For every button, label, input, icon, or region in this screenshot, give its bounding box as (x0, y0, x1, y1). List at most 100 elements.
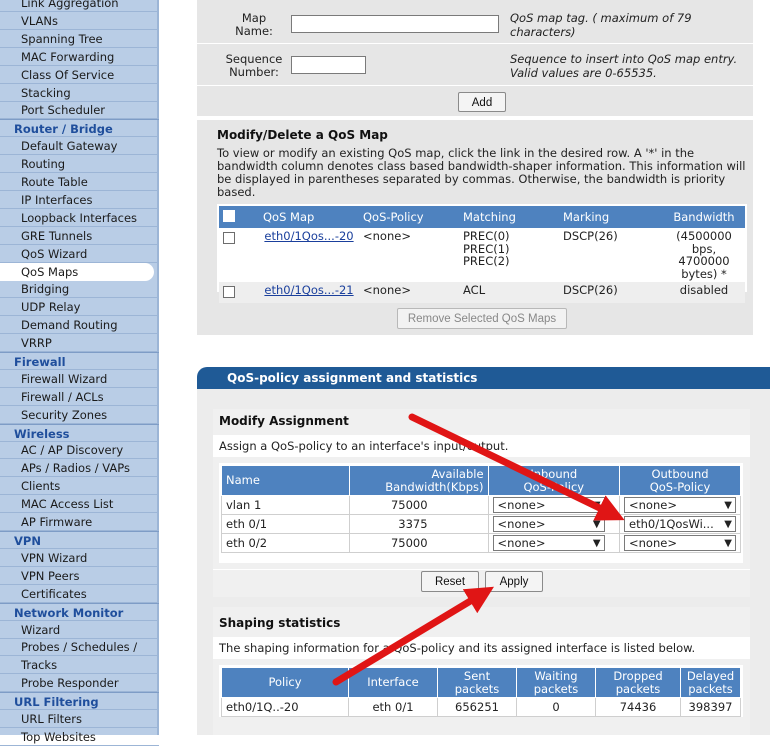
sidebar: Link Aggregation VLANs Spanning Tree MAC Fo… (0, 0, 159, 746)
sidebar-item-port-scheduler[interactable]: Port Scheduler (0, 101, 159, 119)
outbound-policy-value: eth0/1QosWi... (629, 517, 714, 531)
qos-policy-assignment-tab: QoS-policy assignment and statistics (197, 367, 770, 389)
sidebar-item-firewall-acls[interactable]: Firewall / ACLs (0, 388, 159, 406)
col-bandwidth: Bandwidth (663, 206, 745, 228)
outbound-policy-select[interactable]: eth0/1QosWi... ▼ (624, 516, 736, 532)
chevron-down-icon: ▼ (724, 500, 732, 511)
sidebar-item-qos-maps[interactable]: QoS Maps (0, 263, 154, 281)
sidebar-item-vlans[interactable]: VLANs (0, 12, 159, 30)
map-name-input[interactable] (291, 15, 499, 33)
sidebar-item-route-table[interactable]: Route Table (0, 173, 159, 191)
sidebar-item-ip-interfaces[interactable]: IP Interfaces (0, 191, 159, 209)
row-select[interactable] (219, 228, 259, 282)
modify-assignment-description: Assign a QoS-policy to an interface's in… (219, 439, 509, 453)
sidebar-item-bridging[interactable]: Bridging (0, 280, 159, 298)
sidebar-item-vrrp[interactable]: VRRP (0, 334, 159, 352)
sidebar-item-ac-ap-discovery[interactable]: AC / AP Discovery (0, 441, 159, 459)
col-sent-packets: Sent packets (437, 667, 517, 698)
inbound-policy-value: <none> (497, 498, 546, 512)
marking-cell: DSCP(26) (563, 283, 618, 297)
sidebar-item-security-zones[interactable]: Security Zones (0, 406, 159, 424)
sidebar-item-probe-responder[interactable]: Probe Responder (0, 674, 159, 692)
qos-map-cell: eth0/1Qos...-21 (259, 282, 359, 303)
remove-selected-qos-maps-button[interactable]: Remove Selected QoS Maps (397, 308, 567, 329)
sidebar-item-clients[interactable]: Clients (0, 477, 159, 495)
sidebar-item-vpn-wizard[interactable]: VPN Wizard (0, 549, 159, 567)
delayed-packets-cell: 398397 (680, 697, 741, 717)
select-all-checkbox[interactable] (223, 209, 235, 222)
sidebar-item-wizard[interactable]: Wizard (0, 621, 159, 639)
sidebar-header-url-filtering: URL Filtering (0, 692, 159, 710)
sidebar-item-gre-tunnels[interactable]: GRE Tunnels (0, 227, 159, 245)
bandwidth-cell: disabled (679, 283, 729, 297)
waiting-packets-cell: 0 (516, 697, 596, 717)
sidebar-item-qos-wizard[interactable]: QoS Wizard (0, 245, 159, 263)
outbound-policy-select[interactable]: <none> ▼ (624, 535, 736, 551)
sidebar-item-udp-relay[interactable]: UDP Relay (0, 298, 159, 316)
matching-cell: ACL (463, 283, 486, 297)
available-bandwidth: 75000 (349, 495, 489, 515)
sidebar-item-mac-access-list[interactable]: MAC Access List (0, 495, 159, 513)
row-checkbox[interactable] (223, 232, 235, 244)
reset-button[interactable]: Reset (421, 571, 479, 592)
qos-map-cell: eth0/1Qos...-20 (259, 228, 359, 282)
create-qos-map-panel: Map Name: QoS map tag. ( maximum of 79 c… (197, 0, 753, 116)
qos-map-link[interactable]: eth0/1Qos...-20 (264, 229, 353, 243)
sidebar-item-loopback-interfaces[interactable]: Loopback Interfaces (0, 209, 159, 227)
sidebar-item-url-filters[interactable]: URL Filters (0, 710, 159, 728)
apply-button[interactable]: Apply (485, 571, 543, 592)
chevron-down-icon: ▼ (724, 519, 732, 530)
inbound-policy-select[interactable]: <none> ▼ (492, 516, 605, 532)
outbound-cell: <none> ▼ (619, 495, 741, 515)
qos-map-link[interactable]: eth0/1Qos...-21 (264, 283, 353, 297)
outbound-cell: eth0/1QosWi... ▼ (619, 514, 741, 534)
row-select[interactable] (219, 282, 259, 303)
inbound-policy-value: <none> (497, 517, 546, 531)
sidebar-item-stacking[interactable]: Stacking (0, 84, 159, 102)
sidebar-item-probes-schedules[interactable]: Probes / Schedules / (0, 638, 159, 656)
qos-policy-cell: <none> (363, 229, 411, 243)
available-bandwidth: 75000 (349, 533, 489, 553)
sidebar-item-firewall-wizard[interactable]: Firewall Wizard (0, 370, 159, 388)
sequence-number-label: Sequence Number: (225, 52, 283, 79)
add-button[interactable]: Add (458, 92, 506, 112)
chevron-down-icon: ▼ (592, 519, 601, 530)
sidebar-item-class-of-service[interactable]: Class Of Service (0, 66, 159, 84)
table-row: eth0/1Qos...-21 <none> ACL DSCP(26) disa… (219, 282, 745, 303)
table-row: eth0/1Qos...-20 <none> PREC(0) PREC(1) P… (219, 228, 745, 282)
sidebar-item-routing[interactable]: Routing (0, 155, 159, 173)
interface-name: vlan 1 (220, 495, 351, 515)
modify-assignment-title: Modify Assignment (219, 414, 349, 428)
inbound-policy-value: <none> (497, 536, 546, 550)
sidebar-item-top-websites[interactable]: Top Websites (0, 728, 159, 746)
interface-name: eth 0/1 (220, 514, 351, 534)
sidebar-item-tracks[interactable]: Tracks (0, 656, 159, 674)
sidebar-item-vpn-peers[interactable]: VPN Peers (0, 567, 159, 585)
shaping-statistics-title: Shaping statistics (219, 616, 341, 630)
shaping-statistics-section: Shaping statistics The shaping informati… (213, 607, 750, 735)
col-delayed-packets: Delayed packets (680, 667, 741, 698)
shaping-statistics-table: Policy Interface Sent packets Waiting pa… (221, 667, 741, 717)
sidebar-item-certificates[interactable]: Certificates (0, 585, 159, 603)
inbound-policy-select[interactable]: <none> ▼ (492, 535, 605, 551)
inbound-policy-select[interactable]: <none> ▼ (492, 497, 605, 513)
sidebar-item-demand-routing[interactable]: Demand Routing (0, 316, 159, 334)
col-qos-map: QoS Map (259, 206, 359, 228)
interface-cell: eth 0/1 (348, 697, 438, 717)
sidebar-item-link-aggregation[interactable]: Link Aggregation (0, 0, 159, 12)
col-qos-policy: QoS-Policy (359, 206, 459, 228)
sidebar-item-spanning-tree[interactable]: Spanning Tree (0, 30, 159, 48)
outbound-policy-select[interactable]: <none> ▼ (624, 497, 736, 513)
map-name-label: Map Name: (235, 11, 273, 38)
row-checkbox[interactable] (223, 286, 235, 298)
table-row: eth0/1Q..-20 eth 0/1 656251 0 74436 3983… (221, 697, 741, 717)
sidebar-item-aps-radios-vaps[interactable]: APs / Radios / VAPs (0, 459, 159, 477)
sidebar-item-ap-firmware[interactable]: AP Firmware (0, 513, 159, 531)
sidebar-item-mac-forwarding[interactable]: MAC Forwarding (0, 48, 159, 66)
sidebar-item-default-gateway[interactable]: Default Gateway (0, 137, 159, 155)
sequence-number-help: Sequence to insert into QoS map entry. V… (510, 52, 738, 80)
col-matching: Matching (459, 206, 559, 228)
sequence-number-input[interactable] (291, 56, 366, 74)
select-all-header[interactable] (219, 206, 259, 228)
assignment-table: Name Available Bandwidth(Kbps) Inbound Q… (220, 465, 741, 553)
